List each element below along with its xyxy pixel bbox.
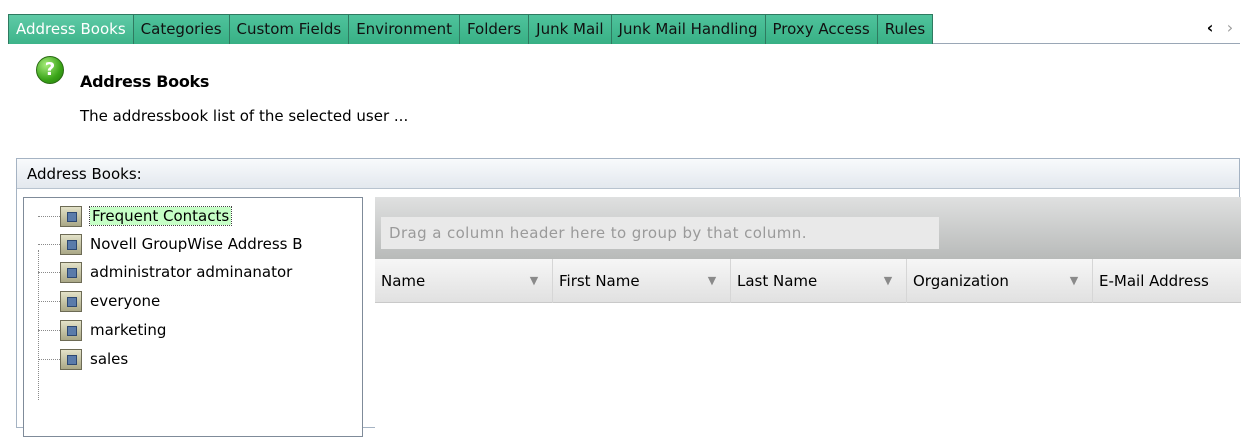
group-by-area[interactable]: Drag a column header here to group by th… [375,197,1241,259]
tree-item-label: administrator adminanator [90,263,293,281]
address-book-icon [60,290,82,312]
address-book-icon [60,348,82,370]
tab-strip: Address Books Categories Custom Fields E… [8,14,1240,44]
column-header-label: Organization [913,272,1009,290]
tab-rules[interactable]: Rules [877,14,934,44]
page-title: Address Books [80,72,210,91]
panel-header: Address Books: [17,159,1239,189]
tree-item[interactable]: Frequent Contacts [38,202,233,230]
tab-list: Address Books Categories Custom Fields E… [8,14,934,44]
tab-junk-mail-handling[interactable]: Junk Mail Handling [611,14,766,44]
column-header-label: E-Mail Address [1099,272,1209,290]
help-icon: ? [36,56,64,84]
address-book-icon [60,205,82,227]
tree-item-label: marketing [90,321,167,339]
address-book-tree[interactable]: Frequent Contacts Novell GroupWise Addre… [23,197,363,437]
column-header-organization[interactable]: Organization ▼ [907,259,1093,303]
column-header-name[interactable]: Name ▼ [375,259,553,303]
chevron-right-icon[interactable]: › [1224,19,1236,37]
tree-item[interactable]: Novell GroupWise Address B [38,230,303,258]
tree-item[interactable]: sales [38,345,128,373]
chevron-left-icon[interactable]: ‹ [1204,19,1216,37]
tab-custom-fields[interactable]: Custom Fields [229,14,350,44]
tab-address-books[interactable]: Address Books [8,14,134,44]
contacts-grid: Drag a column header here to group by th… [375,197,1241,437]
tab-environment[interactable]: Environment [349,14,460,44]
column-header-last-name[interactable]: Last Name ▼ [731,259,907,303]
column-header-label: First Name [559,272,640,290]
group-by-hint: Drag a column header here to group by th… [381,217,939,249]
column-header-label: Last Name [737,272,818,290]
tree-item[interactable]: administrator adminanator [38,258,292,286]
filter-icon[interactable]: ▼ [1068,275,1080,287]
tree-item-label: Frequent Contacts [88,206,233,226]
column-header-first-name[interactable]: First Name ▼ [553,259,731,303]
address-books-panel: Address Books: Frequent Contacts Novell … [16,158,1241,437]
filter-icon[interactable]: ▼ [706,275,718,287]
page-description: The addressbook list of the selected use… [80,107,409,125]
tab-categories[interactable]: Categories [133,14,230,44]
filter-icon[interactable]: ▼ [882,275,894,287]
column-headers: Name ▼ First Name ▼ Last Name ▼ Organiza… [375,259,1241,303]
column-header-email[interactable]: E-Mail Address [1093,259,1241,303]
tree-item-label: sales [90,350,129,368]
tab-proxy-access[interactable]: Proxy Access [765,14,878,44]
column-header-label: Name [381,272,426,290]
address-book-icon [60,261,82,283]
tree-item[interactable]: marketing [38,316,166,344]
tree-item-label: Novell GroupWise Address B [90,235,303,253]
tree-item-label: everyone [90,292,161,310]
address-book-icon [60,319,82,341]
filter-icon[interactable]: ▼ [528,275,540,287]
tab-folders[interactable]: Folders [459,14,530,44]
tree-item[interactable]: everyone [38,287,160,315]
address-book-icon [60,233,82,255]
tab-scroll-buttons: ‹ › [1204,19,1236,37]
tab-junk-mail[interactable]: Junk Mail [529,14,612,44]
